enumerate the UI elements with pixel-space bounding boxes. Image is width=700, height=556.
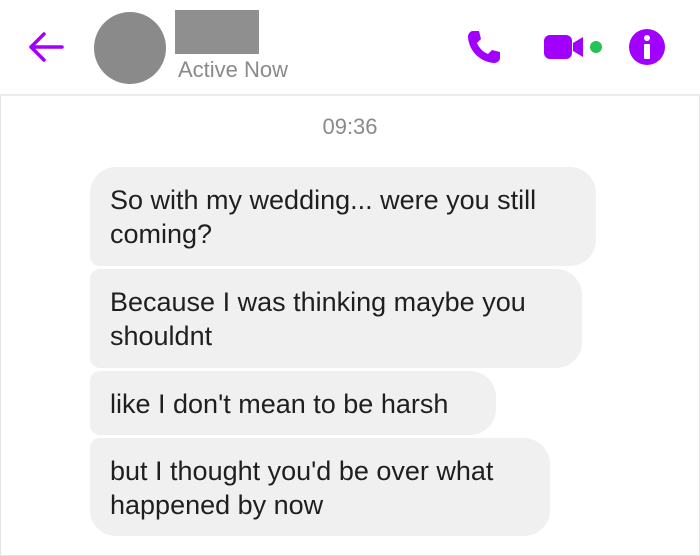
- chat-header: Active Now: [0, 0, 700, 96]
- video-call-button[interactable]: [543, 32, 607, 62]
- message-bubble[interactable]: but I thought you'd be over what happene…: [90, 438, 550, 536]
- avatar[interactable]: [94, 12, 166, 84]
- contact-name-redacted[interactable]: [175, 10, 259, 54]
- arrow-left-icon: [29, 32, 64, 62]
- message-bubble[interactable]: So with my wedding... were you still com…: [90, 167, 596, 266]
- back-button[interactable]: [26, 30, 66, 64]
- presence-status: Active Now: [178, 57, 289, 82]
- info-icon: [629, 29, 665, 65]
- phone-icon: [468, 31, 500, 63]
- message-timestamp: 09:36: [322, 114, 378, 139]
- call-button[interactable]: [465, 28, 503, 66]
- message-bubble[interactable]: Because I was thinking maybe you shouldn…: [90, 269, 582, 368]
- info-button[interactable]: [628, 28, 666, 66]
- video-camera-icon: [544, 35, 602, 59]
- message-bubble[interactable]: like I don't mean to be harsh: [90, 371, 496, 435]
